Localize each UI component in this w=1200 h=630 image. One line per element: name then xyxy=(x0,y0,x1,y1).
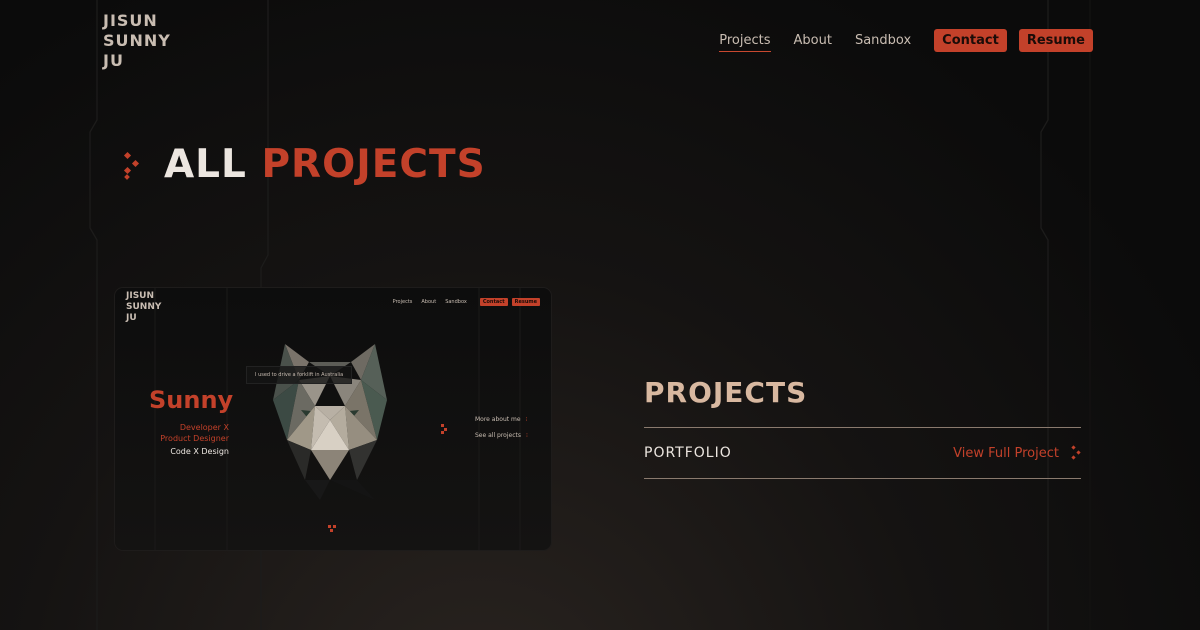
preview-link-more-label: More about me xyxy=(475,416,521,423)
page-title-text: ALL PROJECTS xyxy=(164,142,486,187)
main-nav: Projects About Sandbox Contact Resume xyxy=(719,29,1093,52)
view-full-project-label: View Full Project xyxy=(953,445,1059,461)
title-word-projects: PROJECTS xyxy=(261,142,486,187)
preview-dots-icon: ⁝ xyxy=(525,432,528,439)
preview-speech-bubble: I used to drive a forklift in Australia xyxy=(246,366,353,384)
preview-nav-about: About xyxy=(421,299,437,305)
portfolio-preview-image[interactable]: JISUN SUNNY JU Projects About Sandbox Co… xyxy=(115,288,551,550)
preview-role: Developer X Product Designer xyxy=(160,423,229,443)
polygon-portrait-image xyxy=(273,344,387,500)
preview-dot xyxy=(441,424,444,427)
preview-dot xyxy=(328,525,331,528)
preview-nav-sandbox: Sandbox xyxy=(445,299,467,305)
preview-dot xyxy=(333,525,336,528)
diamond-dots-icon xyxy=(122,151,142,180)
project-row[interactable]: PORTFOLIO View Full Project xyxy=(644,427,1081,479)
nav-about-link[interactable]: About xyxy=(794,29,832,52)
preview-nav-resume: Resume xyxy=(511,298,540,306)
diamond-dots-icon xyxy=(1071,445,1081,460)
preview-dot xyxy=(444,428,447,431)
title-word-all: ALL xyxy=(164,142,247,187)
preview-link-more: More about me ⁝ xyxy=(475,412,528,428)
preview-links: More about me ⁝ See all projects ⁝ xyxy=(475,412,528,444)
nav-projects-link[interactable]: Projects xyxy=(719,29,771,52)
preview-nav: Projects About Sandbox Contact Resume xyxy=(393,298,540,306)
page-title: ALL PROJECTS xyxy=(122,142,486,187)
preview-nav-projects: Projects xyxy=(392,299,413,305)
resume-button[interactable]: Resume xyxy=(1018,29,1093,52)
preview-dot xyxy=(330,529,333,532)
projects-heading: PROJECTS xyxy=(644,376,808,409)
preview-dots-icon: ⁝ xyxy=(525,416,528,423)
preview-logo: JISUN SUNNY JU xyxy=(126,291,162,323)
preview-link-all: See all projects ⁝ xyxy=(475,428,528,444)
preview-nav-contact: Contact xyxy=(479,298,508,306)
contact-button[interactable]: Contact xyxy=(934,29,1007,52)
nav-sandbox-link[interactable]: Sandbox xyxy=(855,29,911,52)
preview-dot xyxy=(441,431,444,434)
preview-name: Sunny xyxy=(149,386,234,414)
view-full-project-link[interactable]: View Full Project xyxy=(953,445,1081,461)
site-logo[interactable]: JISUN SUNNY JU xyxy=(103,11,171,71)
projects-section: PROJECTS PORTFOLIO View Full Project xyxy=(644,376,1081,479)
preview-tagline: Code X Design xyxy=(170,447,229,456)
preview-link-all-label: See all projects xyxy=(475,432,521,439)
project-name: PORTFOLIO xyxy=(644,445,732,461)
